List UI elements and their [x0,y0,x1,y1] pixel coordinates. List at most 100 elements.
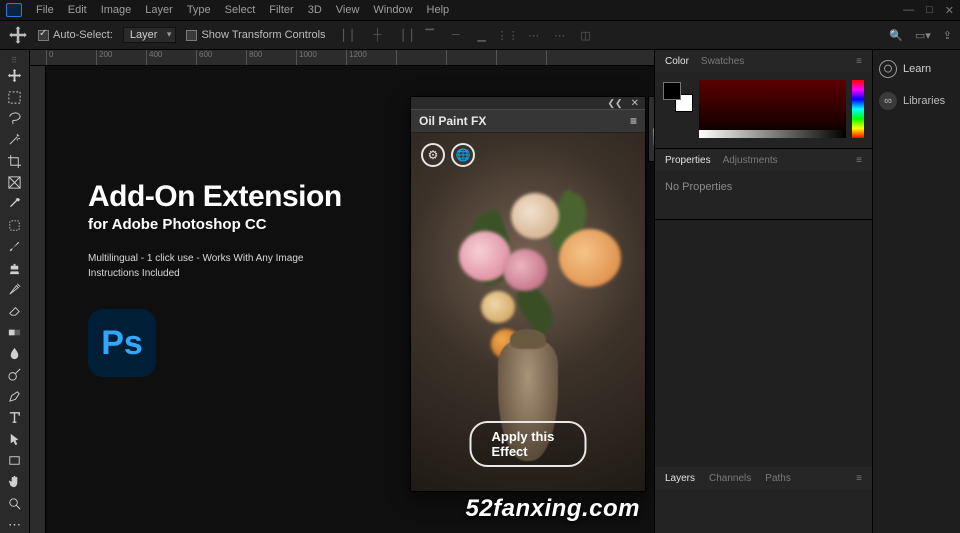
app-logo-icon [6,3,22,17]
alignment-icons-group: ▏▏ ┼ ▕▕ ▔ ─ ▁ ⋮⋮ ⋯ ⋯ ◫ [344,27,594,43]
extension-menu-icon[interactable]: ≡ [630,114,637,128]
distribute-v-icon[interactable]: ⋯ [526,27,542,43]
align-right-icon[interactable]: ▕▕ [396,27,412,43]
magic-wand-tool-icon[interactable] [5,132,25,147]
menu-image[interactable]: Image [101,4,132,16]
share-icon[interactable]: ⇪ [943,29,952,42]
toolbar-grip-icon[interactable]: ⠿ [3,56,27,60]
cc-libraries-icon: ∞ [879,92,897,110]
marquee-tool-icon[interactable] [5,89,25,104]
learn-icon [879,60,897,78]
minimize-icon[interactable]: — [903,4,914,17]
libraries-panel-button[interactable]: ∞ Libraries [879,92,954,110]
panel-collapse-icon[interactable]: ❮❮ [608,98,623,109]
promo-line2: Instructions Included [88,268,180,279]
tool-options-bar: Auto-Select: Layer Show Transform Contro… [0,20,960,50]
menu-window[interactable]: Window [373,4,412,16]
panel-close-icon[interactable]: ✕ [631,98,639,109]
watermark-text: 52fanxing.com [465,495,640,523]
fx-plugin-icon[interactable]: ◉ [653,127,654,147]
menu-type[interactable]: Type [187,4,211,16]
menu-help[interactable]: Help [427,4,450,16]
no-properties-label: No Properties [665,181,732,193]
history-brush-tool-icon[interactable] [5,282,25,297]
rectangle-tool-icon[interactable] [5,453,25,468]
type-tool-icon[interactable] [5,410,25,425]
eyedropper-tool-icon[interactable] [5,196,25,211]
tab-adjustments[interactable]: Adjustments [723,155,778,166]
toolbar-more-icon[interactable]: ⋯ [5,517,25,533]
blur-tool-icon[interactable] [5,346,25,361]
properties-panel-menu-icon[interactable]: ≡ [856,155,862,166]
search-icon[interactable]: 🔍 [889,29,903,42]
dodge-tool-icon[interactable] [5,367,25,382]
tab-properties[interactable]: Properties [665,155,711,166]
extension-title: Oil Paint FX [419,114,486,128]
promo-title: Add-On Extension [88,180,342,214]
vertical-ruler[interactable] [30,66,46,533]
window-controls: — □ ✕ [903,4,954,17]
clone-stamp-tool-icon[interactable] [5,260,25,275]
3d-mode-icon[interactable]: ◫ [578,27,594,43]
more-align-icon[interactable]: ⋯ [552,27,568,43]
move-tool-icon[interactable] [5,68,25,83]
show-transform-controls-checkbox[interactable]: Show Transform Controls [186,29,325,41]
menu-file[interactable]: File [36,4,54,16]
align-middle-v-icon[interactable]: ─ [448,27,464,43]
promo-subtitle: for Adobe Photoshop CC [88,216,342,233]
maximize-icon[interactable]: □ [926,4,933,17]
photoshop-badge-icon: Ps [88,309,156,377]
align-center-h-icon[interactable]: ┼ [370,27,386,43]
eraser-tool-icon[interactable] [5,303,25,318]
align-bottom-icon[interactable]: ▁ [474,27,490,43]
workspace-switcher-icon[interactable]: ▭▾ [915,29,931,42]
menu-layer[interactable]: Layer [145,4,173,16]
color-panel-menu-icon[interactable]: ≡ [856,56,862,67]
frame-tool-icon[interactable] [5,175,25,190]
gradient-tool-icon[interactable] [5,325,25,340]
auto-select-target-dropdown[interactable]: Layer [123,27,177,43]
collapsed-side-panels: Learn ∞ Libraries [872,50,960,533]
extension-settings-icon[interactable]: ⚙ [421,143,445,167]
hand-tool-icon[interactable] [5,474,25,489]
tab-channels[interactable]: Channels [709,473,751,484]
zoom-tool-icon[interactable] [5,496,25,511]
align-top-icon[interactable]: ▔ [422,27,438,43]
extension-panel-header[interactable]: ❮❮ ✕ [411,97,645,109]
learn-panel-button[interactable]: Learn [879,60,954,78]
promo-text-block: Add-On Extension for Adobe Photoshop CC … [88,180,342,377]
menu-select[interactable]: Select [225,4,256,16]
close-icon[interactable]: ✕ [945,4,954,17]
distribute-h-icon[interactable]: ⋮⋮ [500,27,516,43]
path-selection-tool-icon[interactable] [5,431,25,446]
layers-panel-menu-icon[interactable]: ≡ [856,473,862,484]
auto-select-checkbox[interactable]: Auto-Select: [38,29,113,41]
crop-tool-icon[interactable] [5,154,25,169]
layers-panel: Layers Channels Paths ≡ [655,467,872,533]
tab-layers[interactable]: Layers [665,473,695,484]
menu-edit[interactable]: Edit [68,4,87,16]
document-canvas-area: 020040060080010001200 Add-On Extension f… [30,50,654,533]
move-tool-indicator-icon [8,25,28,45]
lasso-tool-icon[interactable] [5,111,25,126]
menu-filter[interactable]: Filter [269,4,293,16]
tab-color[interactable]: Color [665,56,689,67]
plugin-icon-strip: ◉ [648,96,654,162]
healing-brush-tool-icon[interactable] [5,218,25,233]
menu-3d[interactable]: 3D [308,4,322,16]
pen-tool-icon[interactable] [5,389,25,404]
menu-view[interactable]: View [336,4,360,16]
foreground-background-swatch[interactable] [663,82,693,112]
tools-panel: ⠿ ⋯ [0,50,30,533]
horizontal-ruler[interactable]: 020040060080010001200 [30,50,654,66]
extension-panel: ❮❮ ✕ Oil Paint FX ≡ [410,96,646,492]
brush-tool-icon[interactable] [5,239,25,254]
apply-effect-button[interactable]: Apply this Effect [470,421,587,467]
right-panel-column: Color Swatches ≡ Properties Adjustments [654,50,960,533]
tab-swatches[interactable]: Swatches [701,56,744,67]
align-left-icon[interactable]: ▏▏ [344,27,360,43]
hue-strip[interactable] [852,80,864,138]
color-ramp[interactable] [699,80,846,138]
extension-web-icon[interactable]: 🌐 [451,143,475,167]
tab-paths[interactable]: Paths [765,473,791,484]
